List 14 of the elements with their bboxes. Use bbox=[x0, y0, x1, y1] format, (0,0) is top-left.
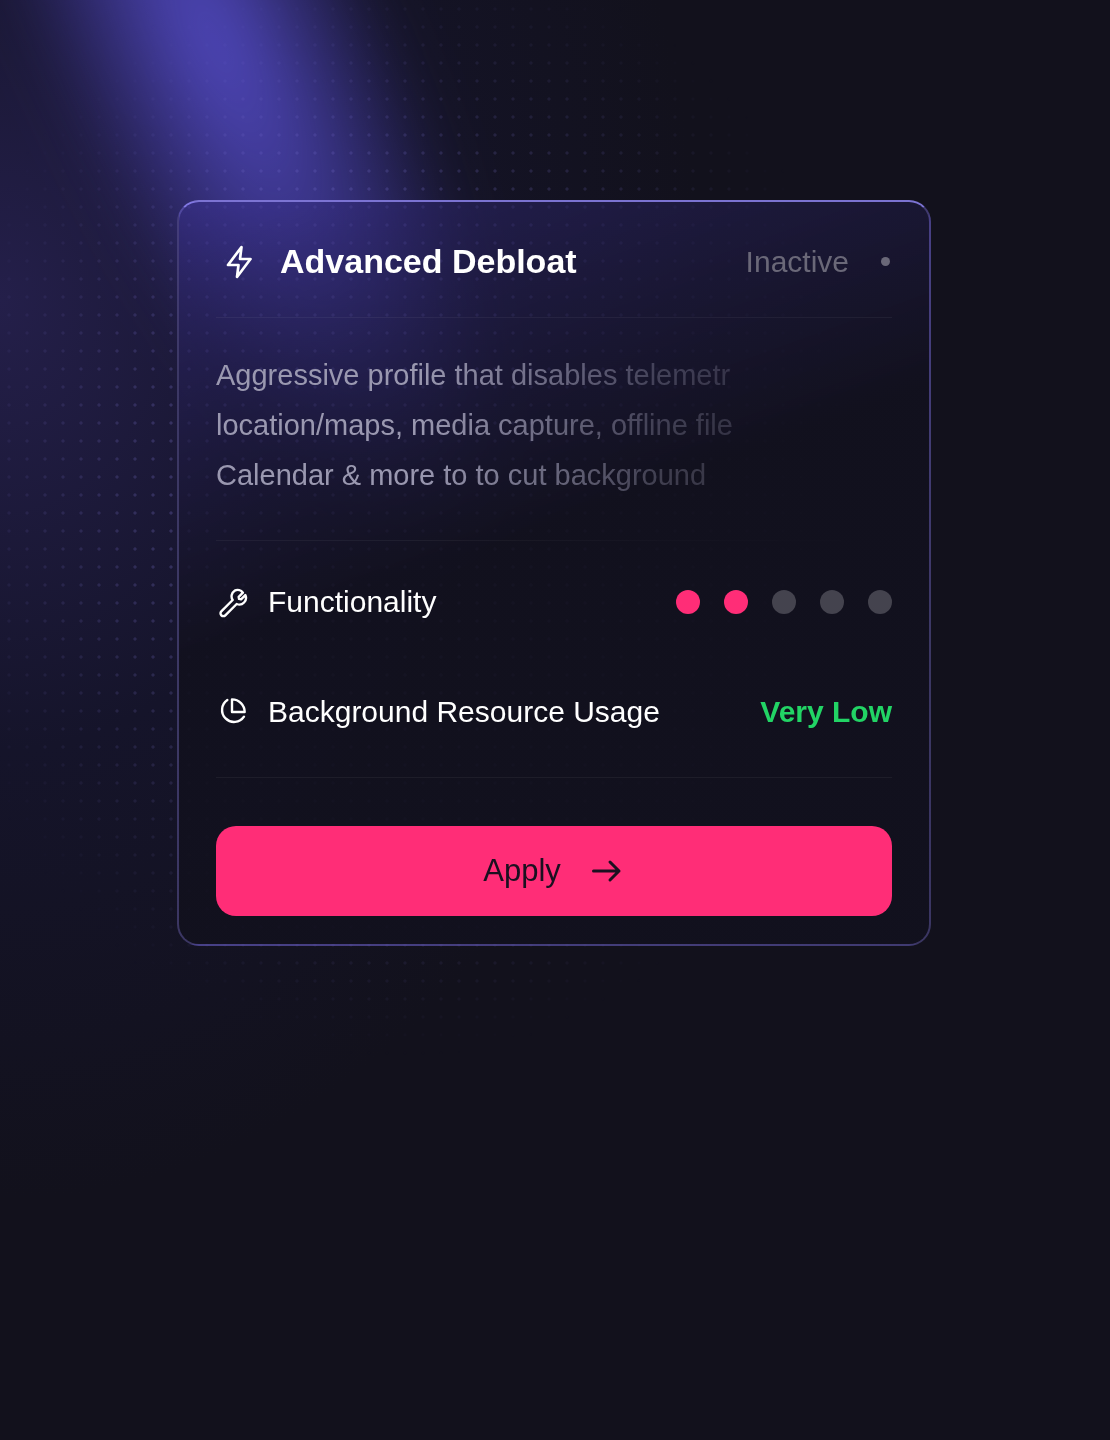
rating-dot bbox=[772, 590, 796, 614]
metric-label: Background Resource Usage bbox=[268, 695, 661, 729]
rating-dot bbox=[676, 590, 700, 614]
metric-label: Functionality bbox=[268, 585, 438, 619]
description-text: Calendar & more to to cut background bbox=[216, 458, 708, 493]
metric-value: Very Low bbox=[760, 695, 892, 729]
rating-dot bbox=[868, 590, 892, 614]
status-label: Inactive bbox=[745, 244, 849, 279]
rating-dot bbox=[820, 590, 844, 614]
wrench-icon bbox=[216, 586, 248, 618]
rating-dot bbox=[724, 590, 748, 614]
description-text: Aggressive profile that disables telemetr bbox=[216, 358, 732, 393]
apply-button[interactable]: Apply bbox=[216, 826, 892, 916]
card-title: Advanced Debloat bbox=[280, 242, 578, 281]
